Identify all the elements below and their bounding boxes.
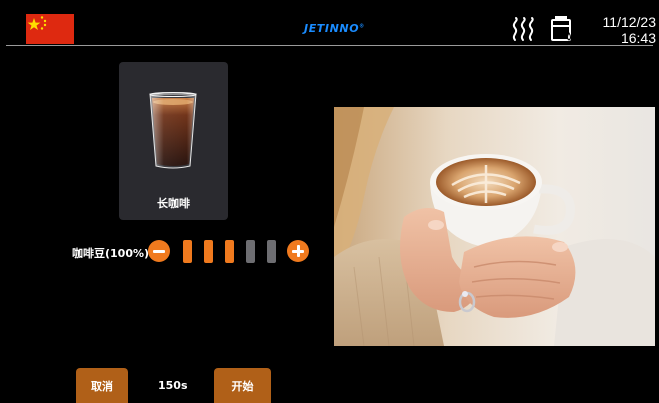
- status-bar: JETINNO® 11/12/23 16:43: [6, 5, 656, 46]
- strength-level-3[interactable]: [225, 240, 234, 263]
- boiler-status-icon: [549, 16, 575, 44]
- minus-icon: [153, 250, 165, 253]
- latte-hands-photo: [334, 107, 655, 346]
- drink-name: 长咖啡: [157, 197, 190, 210]
- brew-timer: 150s: [158, 379, 188, 392]
- strength-level-2[interactable]: [204, 240, 213, 263]
- plus-icon-vertical: [297, 245, 300, 257]
- strength-level-1[interactable]: [183, 240, 192, 263]
- decrease-strength-button[interactable]: [148, 240, 170, 262]
- china-flag-icon[interactable]: [26, 14, 74, 44]
- long-coffee-cup-icon: [148, 92, 198, 170]
- increase-strength-button[interactable]: [287, 240, 309, 262]
- drink-card[interactable]: 长咖啡: [119, 62, 228, 220]
- datetime: 11/12/23 16:43: [582, 14, 656, 46]
- strength-level-4[interactable]: [246, 240, 255, 263]
- strength-level-5[interactable]: [267, 240, 276, 263]
- start-button[interactable]: 开始: [214, 368, 271, 403]
- time-text: 16:43: [620, 30, 656, 46]
- header-divider: [6, 45, 653, 46]
- brand-mark: ®: [359, 23, 365, 30]
- date-text: 11/12/23: [602, 14, 656, 30]
- heating-waves-icon: [509, 16, 539, 42]
- cancel-button[interactable]: 取消: [76, 368, 128, 403]
- brand-logo: JETINNO®: [304, 22, 365, 35]
- bean-strength-label: 咖啡豆(100%): [72, 247, 150, 260]
- brand-name: JETINNO: [304, 22, 360, 35]
